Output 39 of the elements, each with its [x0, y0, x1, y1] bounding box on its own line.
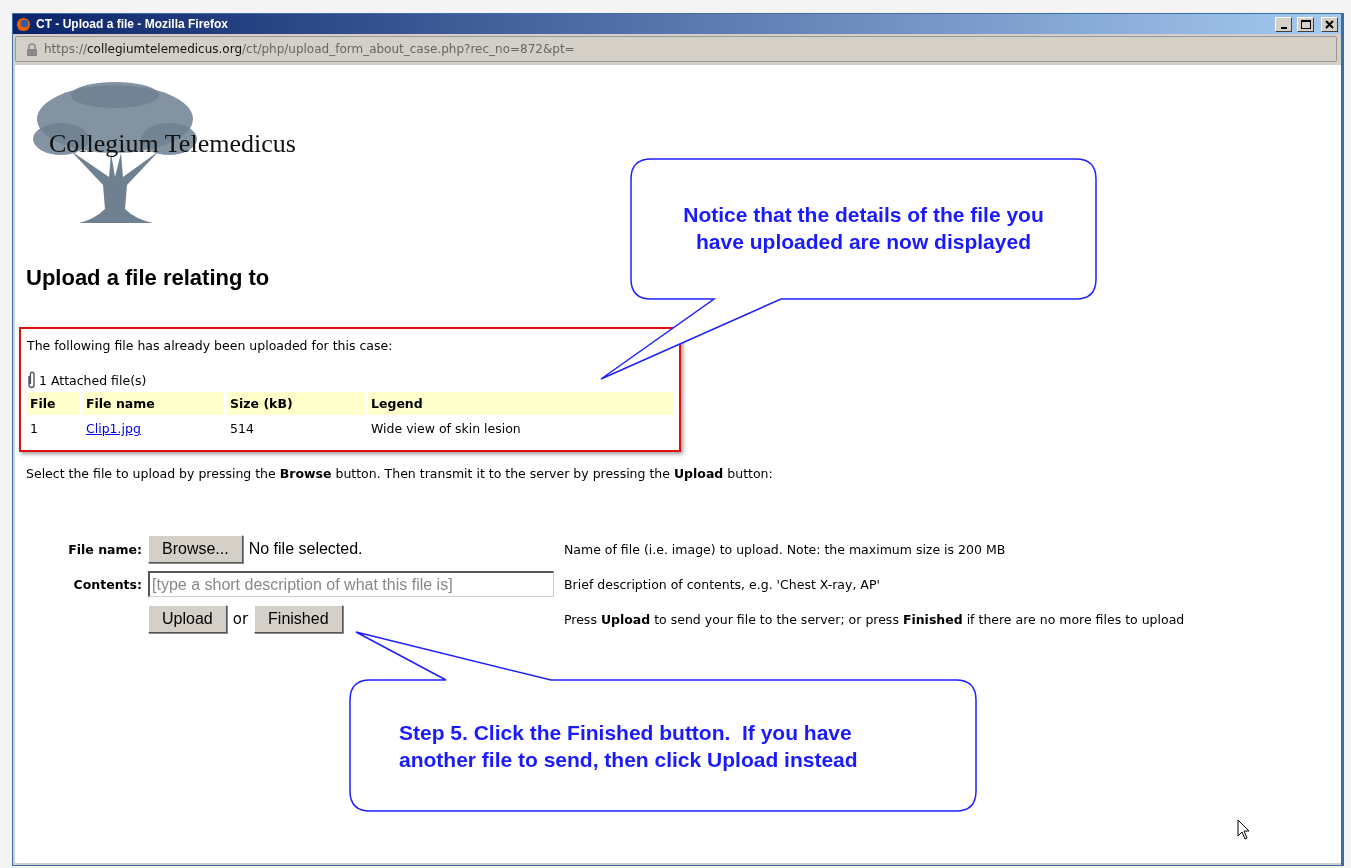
instructions-text: Select the file to upload by pressing the Browse button. Then transmit it to the server by pressing the Upload button: — [26, 466, 774, 481]
contents-field[interactable]: [type a short description of what this file is] — [148, 571, 554, 597]
window-title: CT - Upload a file - Mozilla Firefox — [36, 17, 229, 31]
table-cell-text: Wide view of skin lesion — [370, 420, 522, 438]
callout-text: Notice that the details of the file you have uploaded are now displayed — [682, 202, 1045, 255]
help-text: Name of file (i.e. image) to upload. Note: the maximum size is 200 MB — [564, 541, 1007, 557]
help-text: Press Upload to send your file to the server; or press Finished if there are no more files to upload — [564, 611, 1186, 627]
table-cell-text: 1 — [29, 420, 39, 438]
cursor-icon — [1237, 819, 1251, 841]
browser-logo-icon — [16, 16, 31, 32]
file-status: No file selected. — [248, 540, 363, 558]
field-label: File name: — [68, 541, 143, 557]
browse-button[interactable]: Browse... — [148, 535, 243, 563]
field-label: Contents: — [73, 576, 143, 592]
column-header: File — [27, 392, 80, 415]
minimize-icon — [1280, 26, 1287, 29]
close-icon — [1325, 19, 1334, 29]
minimize-button[interactable] — [1275, 16, 1292, 32]
callout-text: Step 5. Click the Finished button. If you have another file to send, then click Upload instead — [399, 720, 859, 773]
attached-count: 1 Attached file(s) — [39, 372, 147, 388]
file-link[interactable]: Clip1.jpg — [86, 421, 141, 436]
column-header: Legend — [368, 392, 673, 415]
address-bar[interactable]: https://collegiumtelemedicus.org/ct/php/upload_form_about_case.php?rec_no=872&pt= — [15, 36, 1337, 62]
logo-text: Collegium Telemedicus — [49, 129, 296, 159]
page-heading: Upload a file relating to — [26, 265, 271, 291]
upload-button[interactable]: Upload — [148, 605, 227, 633]
close-button[interactable] — [1321, 16, 1338, 32]
or-text: or — [232, 610, 249, 628]
column-header: File name — [83, 392, 224, 415]
help-text: Brief description of contents, e.g. 'Chest X-ray, AP' — [564, 576, 881, 592]
paperclip-icon — [27, 371, 36, 389]
url-text: https://collegiumtelemedicus.org/ct/php/upload_form_about_case.php?rec_no=872&pt= — [44, 42, 575, 56]
maximize-icon — [1300, 19, 1311, 29]
table-cell-text: 514 — [229, 420, 255, 438]
maximize-button[interactable] — [1297, 16, 1314, 32]
column-header: Size (kB) — [227, 392, 365, 415]
finished-button[interactable]: Finished — [254, 605, 343, 633]
intro-text: The following file has already been uploaded for this case: — [27, 338, 394, 353]
lock-icon — [26, 42, 38, 56]
